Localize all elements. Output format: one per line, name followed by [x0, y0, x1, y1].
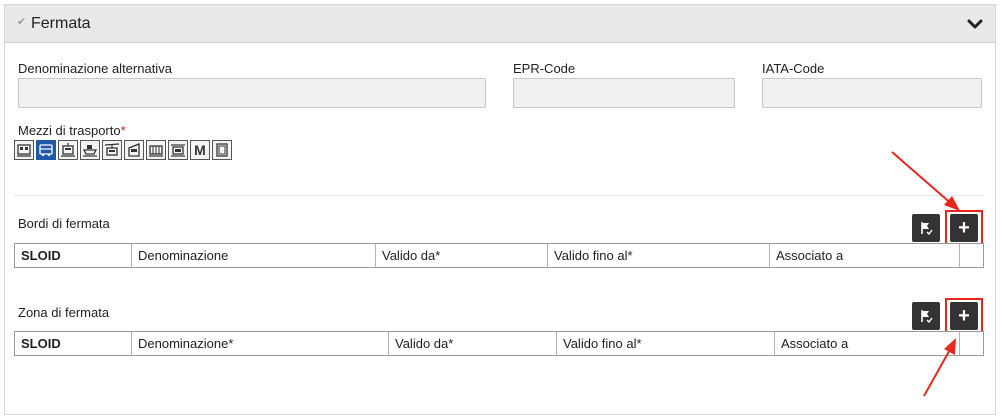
- bordi-flag-edit-button[interactable]: [912, 214, 940, 242]
- zona-table-header: SLOID Denominazione* Valido da* Valido f…: [14, 331, 984, 356]
- flag-edit-icon: [921, 222, 933, 235]
- transport-label: Mezzi di trasporto*: [18, 123, 126, 138]
- check-icon: ✔: [17, 16, 27, 28]
- highlight-box: [945, 210, 983, 246]
- flag-edit-icon: [921, 310, 933, 323]
- panel-header[interactable]: ✔ Fermata: [5, 5, 995, 43]
- cable-car-icon[interactable]: [102, 140, 122, 160]
- metro-icon[interactable]: M: [190, 140, 210, 160]
- epr-code-label: EPR-Code: [513, 61, 576, 76]
- section-divider: [14, 195, 984, 196]
- zona-title: Zona di fermata: [18, 305, 110, 320]
- col-valido-da[interactable]: Valido da*: [375, 244, 547, 267]
- train-icon[interactable]: [14, 140, 34, 160]
- bordi-title: Bordi di fermata: [18, 216, 110, 231]
- highlight-box: [945, 298, 983, 334]
- col-valido-da[interactable]: Valido da*: [388, 332, 556, 355]
- chevron-down-icon[interactable]: [965, 14, 985, 34]
- col-denominazione[interactable]: Denominazione: [131, 244, 375, 267]
- col-sloid[interactable]: SLOID: [15, 332, 131, 355]
- col-actions: [959, 332, 983, 355]
- col-sloid[interactable]: SLOID: [15, 244, 131, 267]
- ship-icon[interactable]: [80, 140, 100, 160]
- bus-icon[interactable]: [36, 140, 56, 160]
- col-associato[interactable]: Associato a: [774, 332, 959, 355]
- iata-code-label: IATA-Code: [762, 61, 825, 76]
- col-actions: [959, 244, 983, 267]
- zona-flag-edit-button[interactable]: [912, 302, 940, 330]
- panel-title: Fermata: [31, 15, 91, 32]
- tram-icon[interactable]: [58, 140, 78, 160]
- chairlift-icon[interactable]: [168, 140, 188, 160]
- col-valido-fino[interactable]: Valido fino al*: [556, 332, 774, 355]
- alt-name-label: Denominazione alternativa: [18, 61, 172, 76]
- col-valido-fino[interactable]: Valido fino al*: [547, 244, 769, 267]
- funicular-icon[interactable]: [146, 140, 166, 160]
- iata-code-input[interactable]: [762, 78, 982, 108]
- col-associato[interactable]: Associato a: [769, 244, 959, 267]
- alt-name-input[interactable]: [18, 78, 486, 108]
- rack-railway-icon[interactable]: [124, 140, 144, 160]
- bordi-table-header: SLOID Denominazione Valido da* Valido fi…: [14, 243, 984, 268]
- epr-code-input[interactable]: [513, 78, 735, 108]
- col-denominazione[interactable]: Denominazione*: [131, 332, 388, 355]
- elevator-icon[interactable]: [212, 140, 232, 160]
